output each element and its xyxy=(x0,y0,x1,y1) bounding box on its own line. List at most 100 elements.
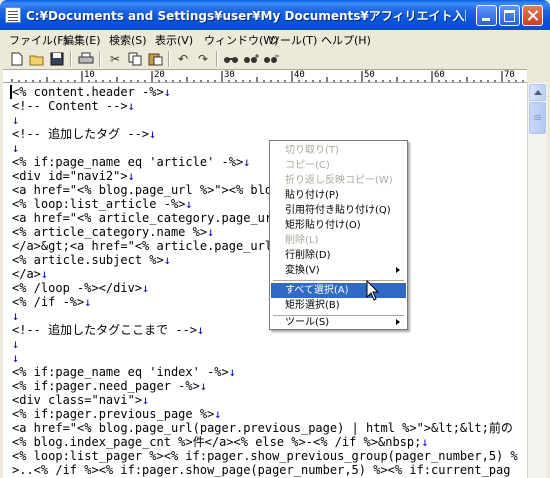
editor-window: C:¥Documents and Settings¥user¥My Docume… xyxy=(0,0,550,478)
line-feed-mark: ↓ xyxy=(40,267,49,281)
menu-item-box-paste[interactable]: 矩形貼り付け(O) xyxy=(271,218,406,233)
menu-view[interactable]: 表示(V) xyxy=(155,32,193,48)
context-menu: 切り取り(T) コピー(C) 折り返し反映コピー(W) 貼り付け(P) 引用符付… xyxy=(269,140,408,330)
menu-item-delete[interactable]: 削除(L) xyxy=(271,233,406,248)
mouse-cursor-icon xyxy=(366,280,380,301)
copy-icon[interactable] xyxy=(126,50,144,68)
save-icon[interactable] xyxy=(48,50,66,68)
line-feed-mark: ↓ xyxy=(199,379,208,393)
menu-item-convert-label: 変換(V) xyxy=(285,265,320,276)
notepad-icon[interactable] xyxy=(5,7,21,23)
menu-window[interactable]: ウィンドウ(W) xyxy=(204,32,278,48)
code-line: <% article_category.name %>↓ xyxy=(12,225,215,239)
menu-item-paste[interactable]: 貼り付け(P) xyxy=(271,188,406,203)
code-line: <div class="navi">↓ xyxy=(12,393,150,407)
toolbar-separator xyxy=(70,51,72,67)
vertical-scrollbar[interactable] xyxy=(527,83,547,478)
paste-icon[interactable] xyxy=(146,50,164,68)
ruler-label: 40 xyxy=(294,70,305,80)
line-feed-mark: ↓ xyxy=(142,281,150,295)
line-feed-mark: ↓ xyxy=(185,197,193,211)
code-line: <!-- 追加したタグ -->↓ xyxy=(12,127,157,141)
submenu-arrow-icon xyxy=(396,267,400,273)
print-icon[interactable] xyxy=(77,50,95,68)
code-line: <% loop:list_pager %><% if:pager.show_pr… xyxy=(12,449,518,463)
find-next-icon[interactable] xyxy=(242,50,260,68)
code-line: ↓ xyxy=(12,141,19,155)
ruler-label: 70 xyxy=(504,70,515,80)
code-line: <% /loop -%></div>↓ xyxy=(12,281,150,295)
code-line: <% loop:list_article -%>↓ xyxy=(12,197,193,211)
menu-separator xyxy=(273,280,404,281)
code-line: <!-- 追加したタグここまで -->↓ xyxy=(12,323,205,337)
ruler-label: 50 xyxy=(364,70,375,80)
code-line: <% if:page_name eq 'index' -%>↓ xyxy=(12,365,236,379)
menu-bar: ファイル(F) 編集(E) 検索(S) 表示(V) ウィンドウ(W) ツール(T… xyxy=(3,30,547,48)
line-feed-mark: ↓ xyxy=(214,407,222,421)
code-line: ↓ xyxy=(12,337,19,351)
menu-help[interactable]: ヘルプ(H) xyxy=(321,32,371,48)
code-line: >..<% /if %><% if:pager.show_page(pager_… xyxy=(12,463,511,477)
cut-icon[interactable]: ✂ xyxy=(106,50,124,68)
code-line: ↓ xyxy=(12,351,19,365)
code-line: </a>&gt;<a href="<% article.page_url % xyxy=(12,239,287,253)
menu-item-delete-line[interactable]: 行削除(D) xyxy=(271,248,406,263)
line-feed-mark: ↓ xyxy=(12,337,20,351)
code-line: <a href="<% article_category.page_url xyxy=(12,211,280,225)
menu-edit[interactable]: 編集(E) xyxy=(63,32,101,48)
ruler-label: 20 xyxy=(154,70,165,80)
undo-icon[interactable]: ↶ xyxy=(174,50,192,68)
line-feed-mark: ↓ xyxy=(127,99,135,113)
menu-item-copy[interactable]: コピー(C) xyxy=(271,158,406,173)
line-feed-mark: ↓ xyxy=(243,155,251,169)
menu-search[interactable]: 検索(S) xyxy=(109,32,147,48)
code-line: <% /if -%>↓ xyxy=(12,295,92,309)
code-line: <% if:pager.previous_page %>↓ xyxy=(12,407,222,421)
line-feed-mark: ↓ xyxy=(197,323,205,337)
new-file-icon[interactable] xyxy=(8,50,26,68)
menu-tools[interactable]: ツール(T) xyxy=(269,32,317,48)
line-feed-mark: ↓ xyxy=(228,365,236,379)
code-line: <% if:pager.need_pager -%>↓ xyxy=(12,379,208,393)
submenu-arrow-icon xyxy=(396,319,400,325)
redo-icon[interactable]: ↷ xyxy=(194,50,212,68)
ruler-label: 10 xyxy=(84,70,95,80)
text-editor-area[interactable]: <% content.header -%>↓ <!-- Content -->↓… xyxy=(3,83,527,478)
menu-item-box-select[interactable]: 矩形選択(B) xyxy=(271,298,406,313)
menu-item-convert[interactable]: 変換(V) xyxy=(271,263,406,278)
maximize-button[interactable] xyxy=(499,5,520,26)
menu-item-wrap-copy[interactable]: 折り返し反映コピー(W) xyxy=(271,173,406,188)
menu-item-quoted-paste[interactable]: 引用符付き貼り付け(Q) xyxy=(271,203,406,218)
code-line: ↓ xyxy=(12,113,19,127)
menu-item-cut[interactable]: 切り取り(T) xyxy=(271,143,406,158)
code-line: <a href="<% blog.page_url(pager.previous… xyxy=(12,421,513,435)
line-feed-mark: ↓ xyxy=(163,85,171,99)
menu-item-select-all[interactable]: すべて選択(A) xyxy=(271,283,406,298)
code-line: <!-- Content -->↓ xyxy=(12,99,135,113)
minimize-button[interactable] xyxy=(476,5,497,26)
open-folder-icon[interactable] xyxy=(28,50,46,68)
find-prev-icon[interactable] xyxy=(262,50,280,68)
column-ruler: 10 20 30 40 50 60 70 xyxy=(3,69,527,83)
toolbar-separator xyxy=(216,51,218,67)
line-feed-mark: ↓ xyxy=(149,127,157,141)
scroll-thumb[interactable] xyxy=(529,102,546,134)
line-feed-mark: ↓ xyxy=(421,435,429,449)
code-line: <% blog.index_page_cnt %>件</a><% else %>… xyxy=(12,435,429,449)
window-title: C:¥Documents and Settings¥user¥My Docume… xyxy=(26,9,466,23)
ruler-label: 30 xyxy=(224,70,235,80)
line-feed-mark: ↓ xyxy=(163,253,171,267)
toolbar-separator xyxy=(168,51,170,67)
menu-file[interactable]: ファイル(F) xyxy=(9,32,68,48)
close-button[interactable] xyxy=(522,5,543,26)
line-feed-mark: ↓ xyxy=(12,113,20,127)
line-feed-mark: ↓ xyxy=(12,351,20,365)
title-bar[interactable]: C:¥Documents and Settings¥user¥My Docume… xyxy=(0,0,550,30)
line-feed-mark: ↓ xyxy=(12,141,20,155)
find-icon[interactable] xyxy=(222,50,240,68)
line-feed-mark: ↓ xyxy=(127,169,135,183)
ruler-label: 60 xyxy=(434,70,445,80)
menu-item-tools[interactable]: ツール(S) xyxy=(271,315,406,330)
scroll-up-button[interactable] xyxy=(529,84,546,101)
line-feed-mark: ↓ xyxy=(207,225,215,239)
